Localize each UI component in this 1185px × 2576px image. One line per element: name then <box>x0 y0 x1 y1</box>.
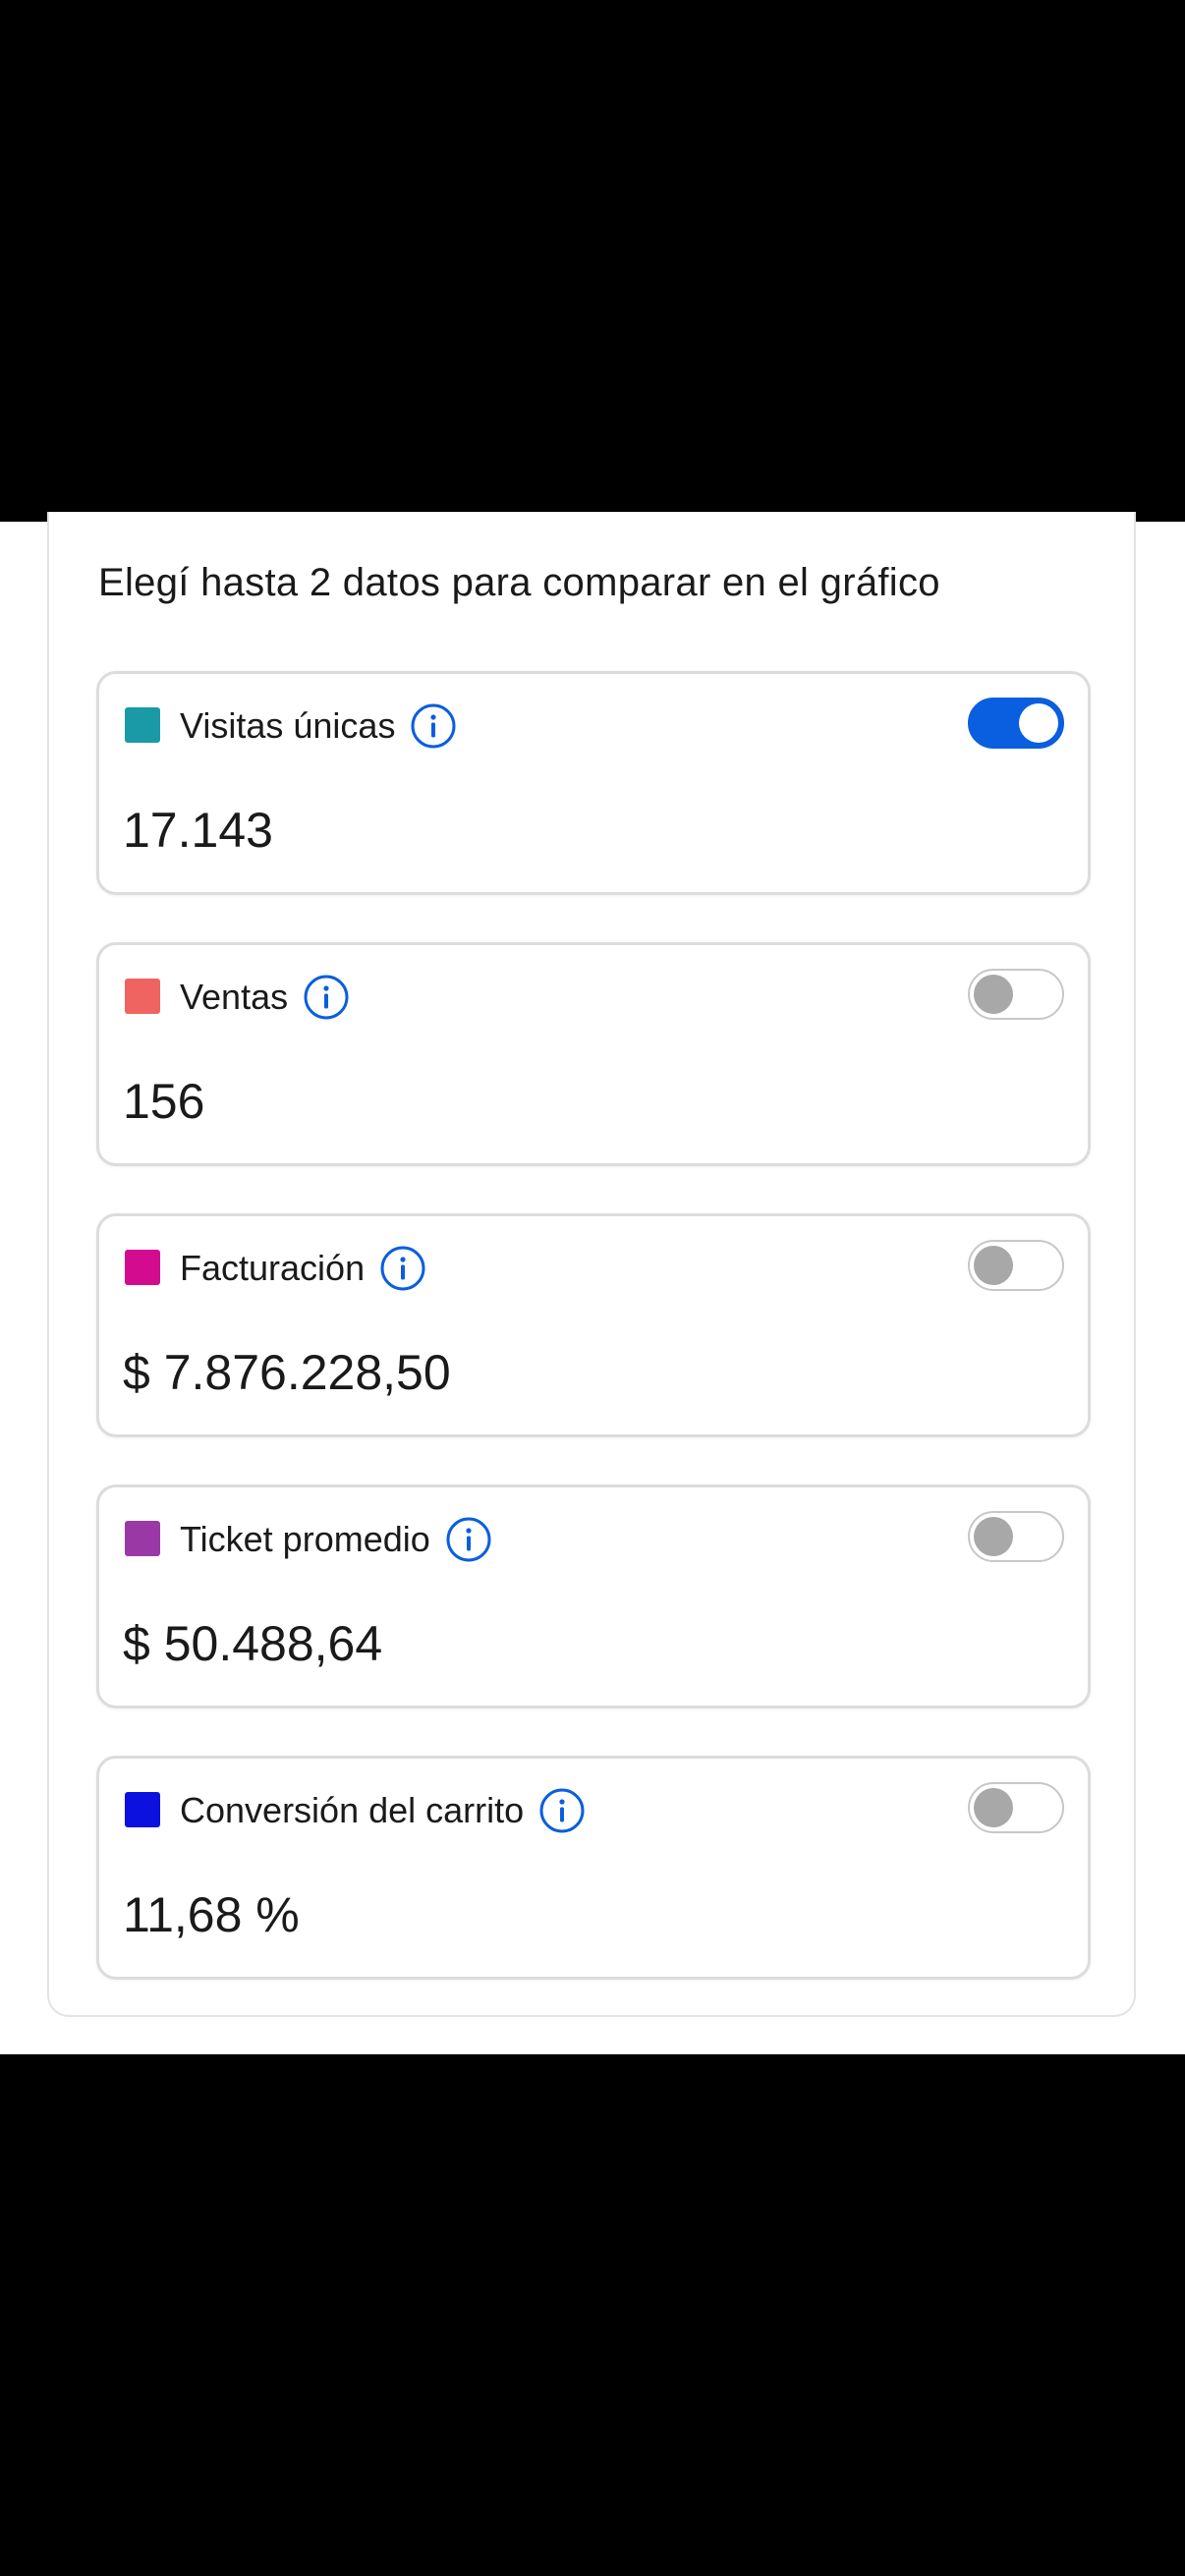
metric-value: 17.143 <box>123 803 273 858</box>
metric-label: Visitas únicas <box>180 705 396 746</box>
toggle-knob <box>974 1517 1013 1556</box>
metric-card-ticket-promedio: Ticket promedio $ 50.488,64 <box>96 1484 1091 1708</box>
toggle-knob <box>974 1788 1013 1827</box>
metric-label-row: Visitas únicas <box>180 703 456 749</box>
metric-toggle[interactable] <box>968 969 1064 1020</box>
metric-label: Ticket promedio <box>180 1519 430 1559</box>
metric-toggle[interactable] <box>968 698 1064 749</box>
bottom-black-area <box>0 2054 1185 2576</box>
toggle-knob <box>1019 703 1058 743</box>
metric-value: 11,68 % <box>123 1887 300 1942</box>
metric-color-swatch <box>125 979 160 1014</box>
info-icon[interactable] <box>380 1246 425 1291</box>
metric-toggle[interactable] <box>968 1782 1064 1833</box>
top-black-area <box>0 0 1185 522</box>
info-icon[interactable] <box>411 703 456 749</box>
info-icon[interactable] <box>539 1788 585 1833</box>
info-icon[interactable] <box>304 975 349 1020</box>
metric-value: 156 <box>123 1074 205 1129</box>
panel-title: Elegí hasta 2 datos para comparar en el … <box>98 561 940 604</box>
metric-label: Conversión del carrito <box>180 1790 525 1830</box>
toggle-knob <box>974 1246 1013 1285</box>
metric-card-visitas-unicas: Visitas únicas 17.143 <box>96 671 1091 895</box>
metric-toggle[interactable] <box>968 1511 1064 1562</box>
info-icon[interactable] <box>446 1517 491 1562</box>
metric-label-row: Facturación <box>180 1246 425 1291</box>
toggle-knob <box>974 975 1013 1014</box>
metric-color-swatch <box>125 1250 160 1285</box>
metric-color-swatch <box>125 1792 160 1827</box>
metric-label: Facturación <box>180 1248 366 1288</box>
metric-label: Ventas <box>180 977 289 1017</box>
metric-card-ventas: Ventas 156 <box>96 942 1091 1166</box>
metric-card-conversion-carrito: Conversión del carrito 11,68 % <box>96 1756 1091 1980</box>
metric-color-swatch <box>125 1521 160 1556</box>
metric-label-row: Conversión del carrito <box>180 1788 585 1833</box>
metric-value: $ 50.488,64 <box>123 1616 383 1671</box>
metric-value: $ 7.876.228,50 <box>123 1345 451 1400</box>
metrics-panel: Elegí hasta 2 datos para comparar en el … <box>47 512 1136 2017</box>
metric-label-row: Ticket promedio <box>180 1517 491 1562</box>
metric-color-swatch <box>125 707 160 743</box>
metrics-screen: Elegí hasta 2 datos para comparar en el … <box>0 512 1185 2054</box>
metric-label-row: Ventas <box>180 975 349 1020</box>
metric-toggle[interactable] <box>968 1240 1064 1291</box>
metric-card-facturacion: Facturación $ 7.876.228,50 <box>96 1213 1091 1437</box>
